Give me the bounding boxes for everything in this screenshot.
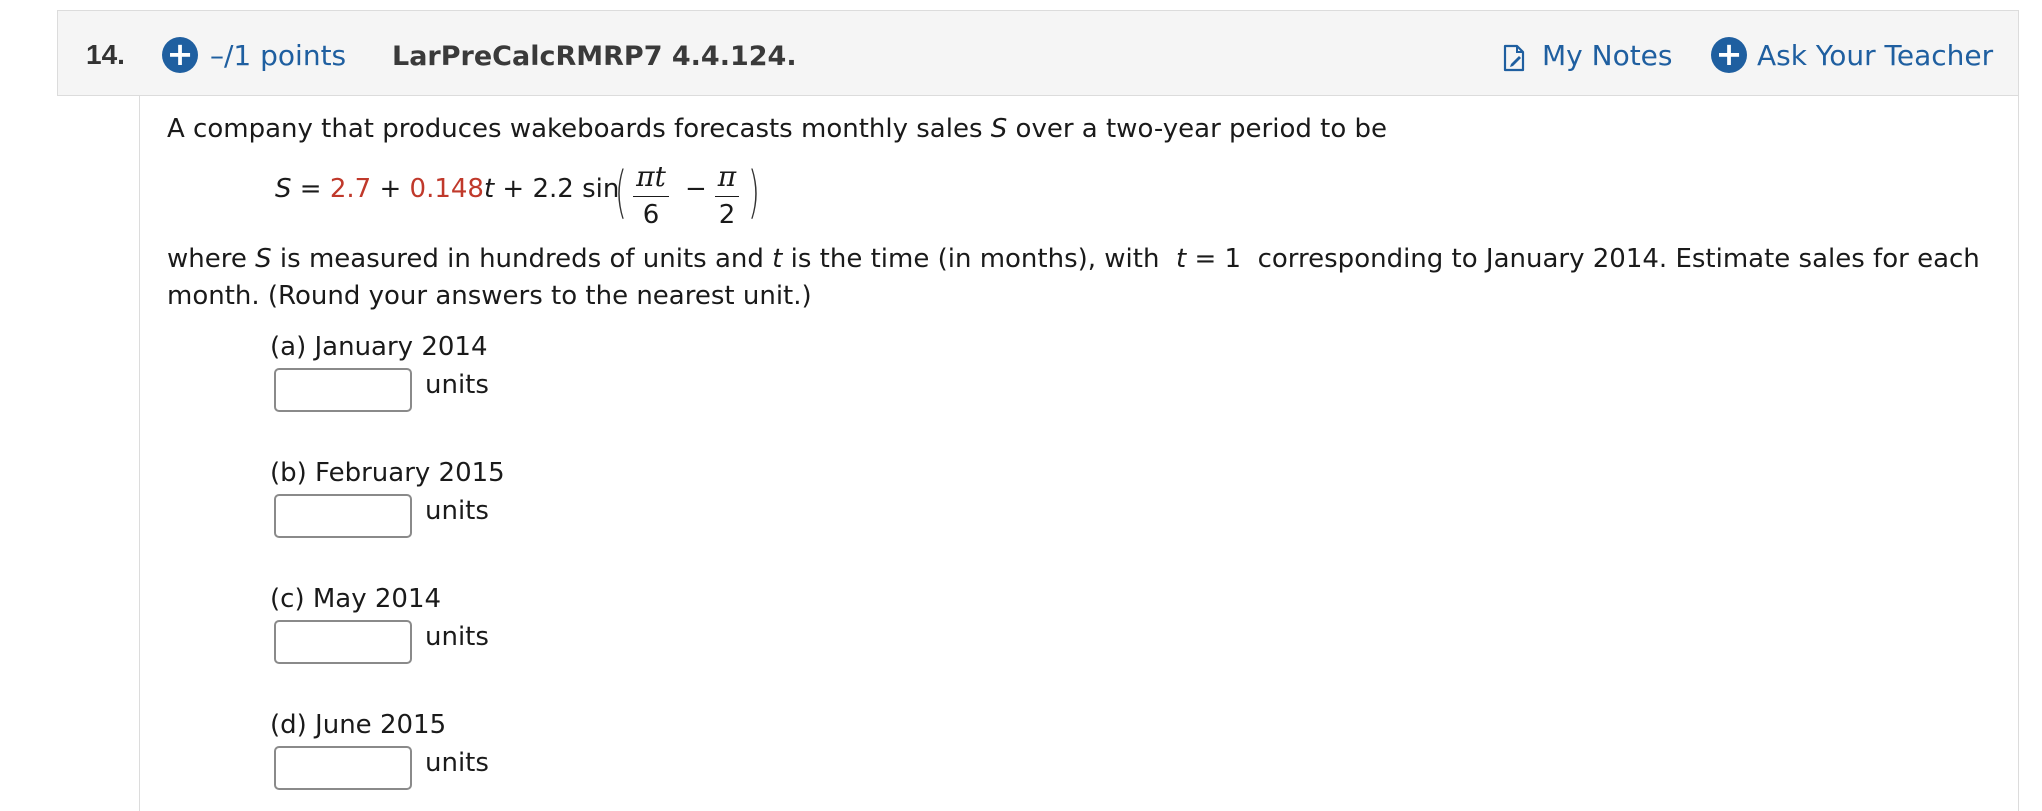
- fraction-numerator: π: [717, 160, 737, 193]
- question-number: 14.: [86, 39, 125, 70]
- text: is the time (in months), with: [782, 244, 1176, 274]
- plus-circle-icon: +: [162, 37, 198, 73]
- units-label: units: [425, 622, 489, 652]
- variable-s: S: [255, 244, 272, 274]
- text: corresponding to January 2014. Estimate …: [1241, 244, 1980, 274]
- fraction-denominator: 2: [718, 200, 736, 230]
- formula-left: S = 2.7 + 0.148t + 2.2 sin: [275, 174, 619, 204]
- text: where: [167, 244, 256, 274]
- formula-sin-term: + 2.2 sin: [494, 174, 620, 204]
- units-label: units: [425, 496, 489, 526]
- variable-t: t: [772, 244, 783, 274]
- answer-input-b[interactable]: [274, 494, 412, 538]
- question-header: 14. + –/1 points LarPreCalcRMRP7 4.4.124…: [57, 10, 2019, 96]
- question-reference: LarPreCalcRMRP7 4.4.124.: [392, 41, 797, 72]
- part-label: (c) May 2014: [270, 584, 442, 614]
- text: = 1: [1186, 244, 1242, 274]
- answer-input-d[interactable]: [274, 746, 412, 790]
- notes-icon: [1503, 44, 1525, 72]
- left-paren: (: [614, 160, 627, 225]
- formula-coefficient-a: 2.7: [329, 174, 372, 204]
- right-paren: ): [747, 160, 760, 225]
- variable-t: t: [1176, 244, 1187, 274]
- answer-input-a[interactable]: [274, 368, 412, 412]
- fraction-denominator: 6: [642, 200, 660, 230]
- points-label: –/1 points: [210, 39, 347, 72]
- part-label: (d) June 2015: [270, 710, 447, 740]
- part-label: (a) January 2014: [270, 332, 488, 362]
- plus-circle-icon: +: [1711, 37, 1747, 73]
- problem-description: where S is measured in hundreds of units…: [167, 244, 1980, 274]
- fraction-bar: [715, 196, 739, 197]
- fraction-bar: [633, 196, 669, 197]
- formula-s: S: [275, 174, 292, 204]
- fraction-numerator: πt: [636, 160, 666, 193]
- formula-t: t: [483, 174, 495, 204]
- intro-text-end: over a two-year period to be: [1007, 114, 1387, 144]
- part-label: (b) February 2015: [270, 458, 505, 488]
- intro-text: A company that produces wakeboards forec…: [167, 114, 991, 144]
- units-label: units: [425, 748, 489, 778]
- question-body: A company that produces wakeboards forec…: [139, 96, 2019, 811]
- answer-input-c[interactable]: [274, 620, 412, 664]
- formula-plus: +: [371, 174, 410, 204]
- my-notes-label: My Notes: [1542, 39, 1673, 72]
- formula-equals: =: [291, 174, 330, 204]
- variable-s: S: [990, 114, 1008, 144]
- formula-minus: −: [685, 174, 707, 204]
- problem-intro: A company that produces wakeboards forec…: [167, 114, 1387, 144]
- units-label: units: [425, 370, 489, 400]
- text: is measured in hundreds of units and: [271, 244, 773, 274]
- ask-teacher-label: Ask Your Teacher: [1757, 39, 1994, 72]
- rounding-instruction: month. (Round your answers to the neares…: [167, 281, 812, 311]
- formula-coefficient-b: 0.148: [409, 174, 484, 204]
